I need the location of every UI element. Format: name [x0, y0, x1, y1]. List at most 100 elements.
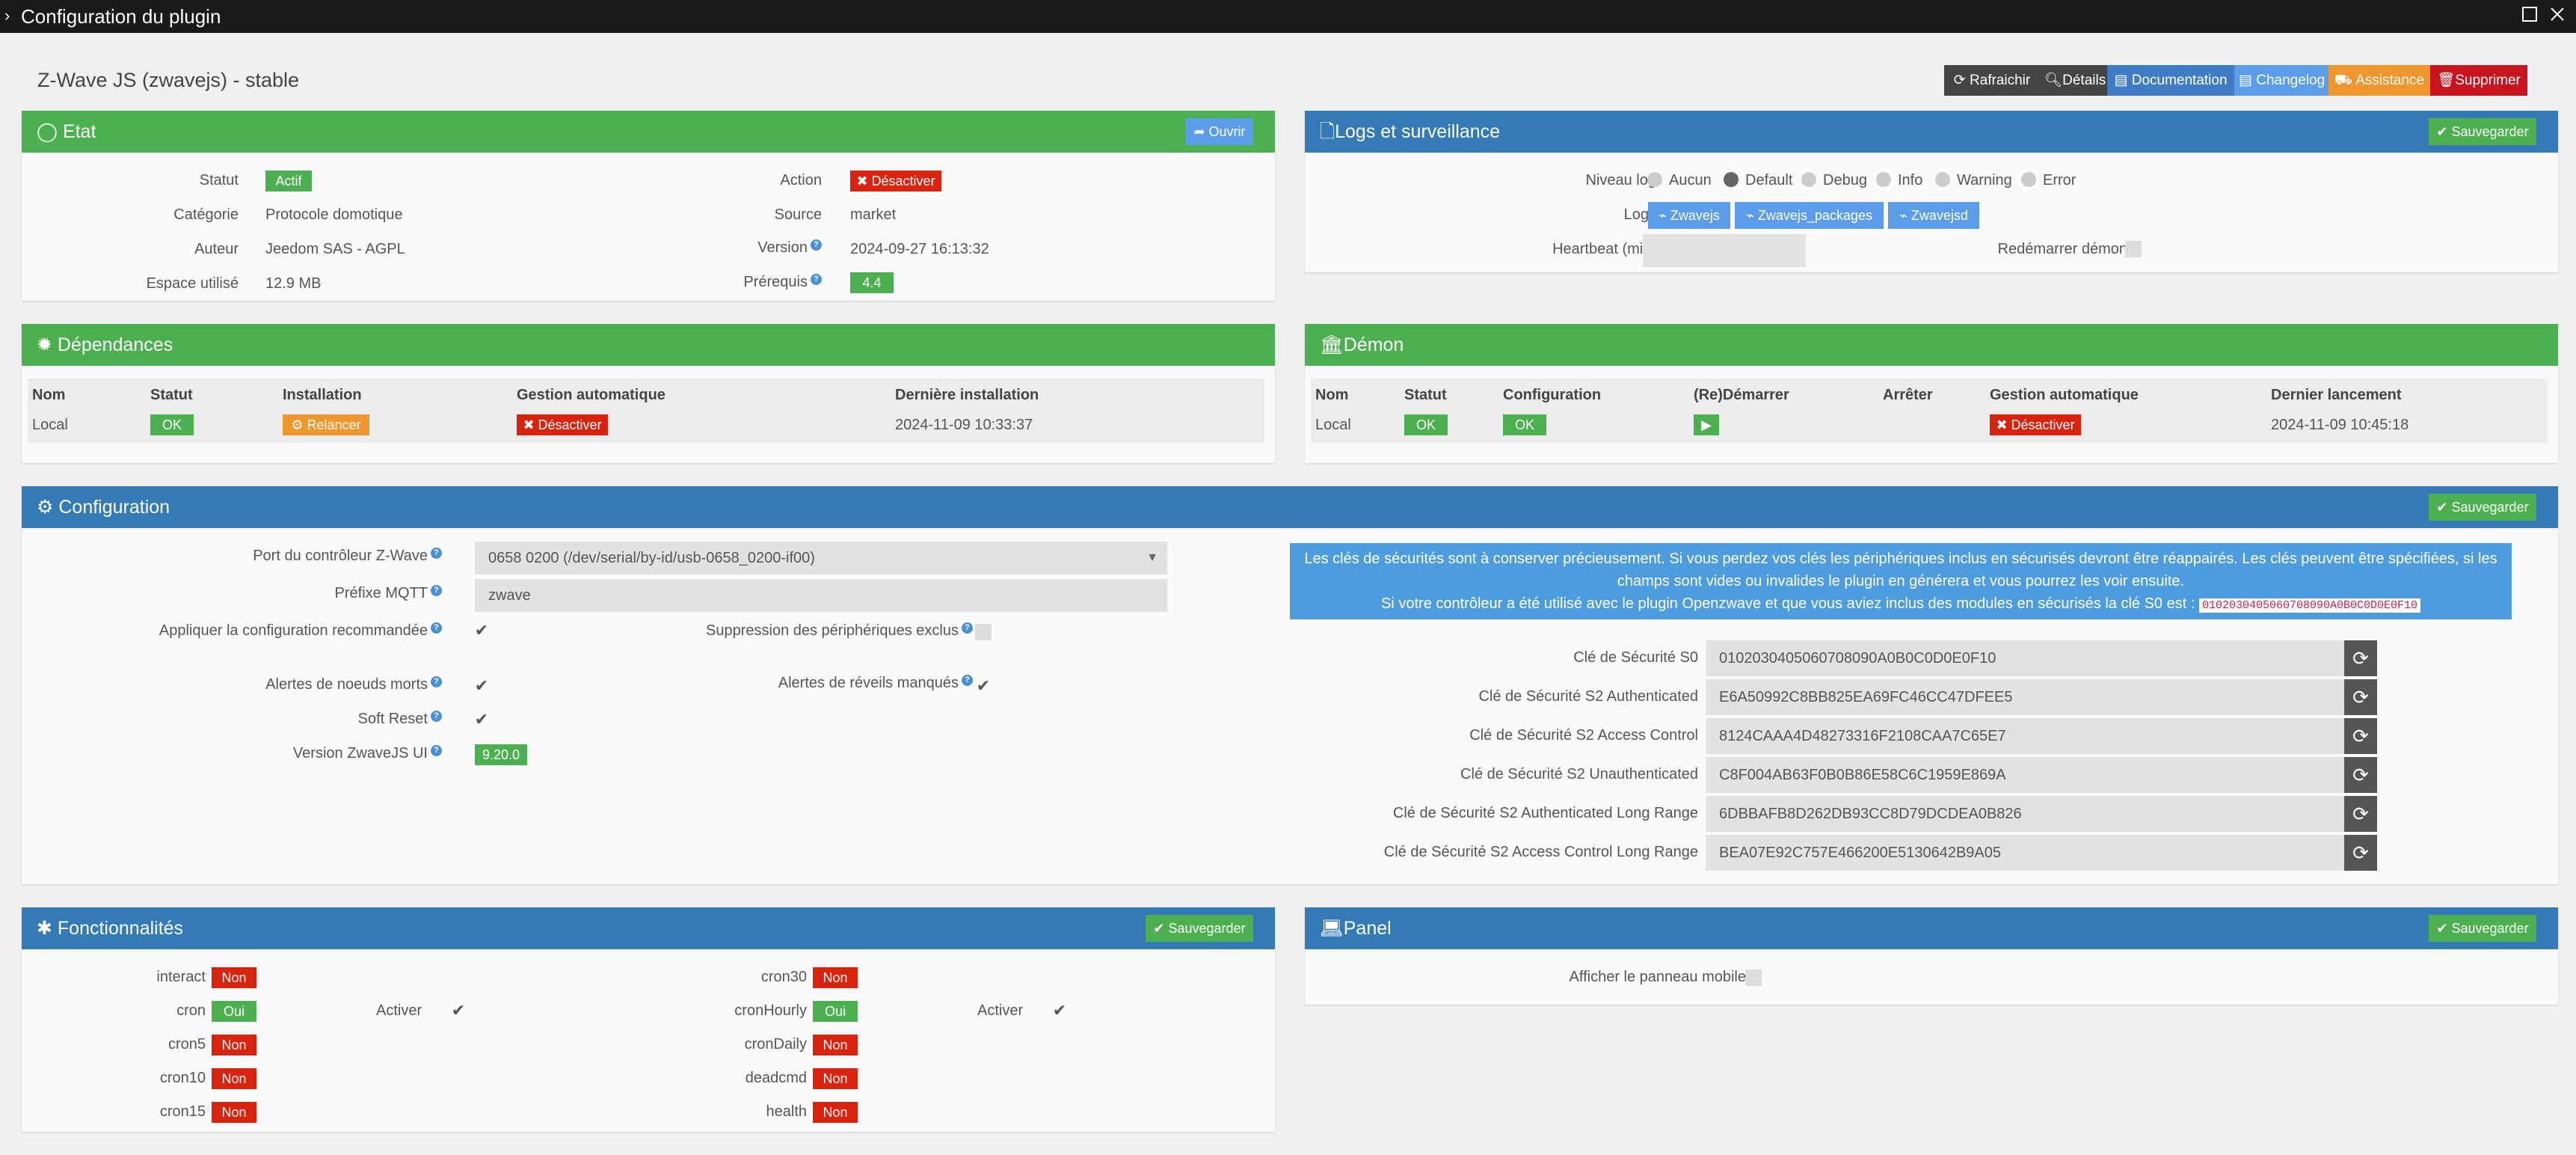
panel-save-label: Sauvegarder [2451, 921, 2529, 936]
play-icon: ▶ [1701, 417, 1712, 432]
check-circle-icon: ✔ [1153, 921, 1169, 936]
demon-col-redemarrer: (Re)Démarrer [1694, 387, 1789, 403]
demon-desactiver-button[interactable]: ✖ Désactiver [1990, 414, 2081, 435]
maximize-icon[interactable] [2518, 4, 2541, 27]
play-button[interactable]: ▶ [1694, 414, 1719, 435]
key-s0-input[interactable]: 0102030405060708090A0B0C0D0E0F10 [1706, 640, 2346, 676]
key-s2-auth-lr-input[interactable]: 6DBBAFB8D262DB93CC8D79DCDEA0B826 [1706, 796, 2346, 832]
key-s2-auth-input[interactable]: E6A50992C8BB825EA69FC46CC47DFEE5 [1706, 679, 2346, 715]
desactiver-label: Désactiver [871, 174, 935, 189]
version-ui-label: Version ZwaveJS UI [292, 745, 428, 762]
changelog-button[interactable]: ▤ Changelog [2234, 65, 2328, 96]
refresh-icon[interactable]: ⟳ [2344, 718, 2377, 754]
log-zwavejsd-button[interactable]: ⌁ Zwavejsd [1888, 202, 1979, 229]
delete-button[interactable]: 🗑︎Supprimer [2430, 65, 2527, 96]
cron-activer-checkbox[interactable]: ✔ [450, 1002, 467, 1019]
relancer-button[interactable]: ⚙ Relancer [283, 414, 369, 435]
details-button[interactable]: 🔍︎Détails [2040, 65, 2107, 96]
alertes-noeuds-label-wrap: Alertes de noeuds morts? [96, 676, 442, 693]
question-icon[interactable]: ? [431, 711, 442, 722]
share-icon: ➦ [1193, 124, 1209, 139]
apply-config-checkbox[interactable]: ✔ [473, 622, 490, 639]
laptop-icon: 💻︎ [1320, 918, 1344, 939]
etat-panel: ◯ Etat ➦ Ouvrir Statut Actif Catégorie P… [22, 111, 1275, 301]
paperclip-icon: ⌁ [1659, 208, 1670, 223]
question-icon[interactable]: ? [431, 676, 442, 687]
panel-save-button[interactable]: ✔ Sauvegarder [2429, 915, 2536, 942]
refresh-icon[interactable]: ⟳ [2344, 640, 2377, 676]
radio-default[interactable] [1724, 172, 1739, 187]
func-health-badge: Non [813, 1102, 858, 1123]
key-s2-auth-label: Clé de Sécurité S2 Authenticated [1478, 688, 1698, 705]
documentation-button[interactable]: ▤ Documentation [2107, 65, 2234, 96]
logs-save-button[interactable]: ✔ Sauvegarder [2429, 118, 2536, 145]
log-zwavejs-packages-button[interactable]: ⌁ Zwavejs_packages [1735, 202, 1884, 229]
question-icon[interactable]: ? [811, 274, 822, 285]
prerequis-label: Prérequis [743, 274, 808, 290]
func-cron15-badge: Non [212, 1102, 256, 1123]
bicycle-icon: ⚙ [291, 417, 307, 432]
demon-row-dernier: 2024-11-09 10:45:18 [2271, 417, 2409, 433]
cronhourly-activer-checkbox[interactable]: ✔ [1051, 1002, 1068, 1019]
suppression-label: Suppression des périphériques exclus [706, 622, 959, 639]
configuration-header: ⚙ Configuration [22, 486, 2558, 528]
log-packages-label: Zwavejs_packages [1757, 208, 1872, 223]
question-icon[interactable]: ? [811, 239, 822, 251]
question-icon[interactable]: ? [431, 745, 442, 756]
refresh-button[interactable]: ⟳ Rafraichir [1944, 65, 2040, 96]
key-s2-unauth-input[interactable]: C8F004AB63F0B0B86E58C6C1959E869A [1706, 757, 2346, 793]
logs-title: Logs et surveillance [1335, 121, 1501, 142]
suppression-checkbox[interactable] [975, 624, 992, 640]
func-health-label: health [766, 1103, 808, 1120]
log-zwavejs-button[interactable]: ⌁ Zwavejs [1648, 202, 1730, 229]
desactiver-button[interactable]: ✖ Désactiver [850, 171, 941, 192]
alertes-reveils-checkbox[interactable]: ✔ [975, 678, 992, 694]
file-icon: 🗋︎ [1320, 121, 1335, 142]
radio-debug[interactable] [1801, 172, 1816, 187]
logs-panel: 🗋︎Logs et surveillance ✔ Sauvegarder Niv… [1305, 111, 2558, 272]
demon-panel: 🏛︎Démon Nom Statut Configuration (Re)Dém… [1305, 324, 2558, 463]
mqtt-input[interactable]: zwave [475, 579, 1167, 612]
alertes-noeuds-checkbox[interactable]: ✔ [473, 678, 490, 694]
question-icon[interactable]: ? [431, 622, 442, 634]
question-icon[interactable]: ? [431, 585, 442, 596]
refresh-icon[interactable]: ⟳ [2344, 757, 2377, 793]
refresh-icon[interactable]: ⟳ [2344, 796, 2377, 832]
heartbeat-input[interactable] [1643, 234, 1806, 267]
info-code: 0102030405060708090A0B0C0D0E0F10 [2198, 598, 2420, 613]
radio-error[interactable] [2021, 172, 2036, 187]
assistance-button[interactable]: ⛟ Assistance [2328, 65, 2430, 96]
radio-info[interactable] [1876, 172, 1891, 187]
question-icon[interactable]: ? [962, 675, 973, 686]
statut-label: Statut [199, 172, 239, 189]
panel-title: Panel [1343, 918, 1392, 939]
key-s2-access-lr-input[interactable]: BEA07E92C757E466200E5130642B9A05 [1706, 835, 2346, 871]
demon-row-nom: Local [1315, 417, 1351, 433]
refresh-icon[interactable]: ⟳ [2344, 835, 2377, 871]
dep-desactiver-label: Désactiver [538, 417, 602, 432]
restart-demon-checkbox[interactable] [2125, 241, 2142, 257]
alertes-noeuds-label: Alertes de noeuds morts [265, 676, 428, 693]
refresh-icon[interactable]: ⟳ [2344, 679, 2377, 715]
question-icon[interactable]: ? [431, 548, 442, 559]
config-save-button[interactable]: ✔ Sauvegarder [2429, 494, 2536, 521]
radio-warning[interactable] [1935, 172, 1950, 187]
cron-activer-label: Activer [376, 1002, 422, 1019]
soft-reset-checkbox[interactable]: ✔ [473, 711, 490, 728]
open-button[interactable]: ➦ Ouvrir [1186, 118, 1253, 145]
mobile-panel-checkbox[interactable] [1745, 969, 1762, 986]
fonctionnalites-save-button[interactable]: ✔ Sauvegarder [1146, 915, 1253, 942]
port-select[interactable]: 0658 0200 (/dev/serial/by-id/usb-0658_02… [475, 542, 1167, 575]
level-error-label: Error [2043, 172, 2077, 189]
refresh-label: Rafraichir [1969, 73, 2031, 88]
mqtt-label: Préfixe MQTT [334, 585, 428, 601]
espace-label: Espace utilisé [146, 275, 239, 292]
radio-aucun[interactable] [1647, 172, 1662, 187]
question-icon[interactable]: ? [962, 622, 973, 634]
key-s2-access-input[interactable]: 8124CAAA4D48273316F2108CAA7C65E7 [1706, 718, 2346, 754]
etat-title: Etat [62, 121, 96, 142]
soft-reset-label-wrap: Soft Reset? [96, 711, 442, 728]
delete-label: Supprimer [2455, 73, 2521, 88]
dep-desactiver-button[interactable]: ✖ Désactiver [517, 414, 608, 435]
close-icon[interactable] [2546, 4, 2569, 27]
